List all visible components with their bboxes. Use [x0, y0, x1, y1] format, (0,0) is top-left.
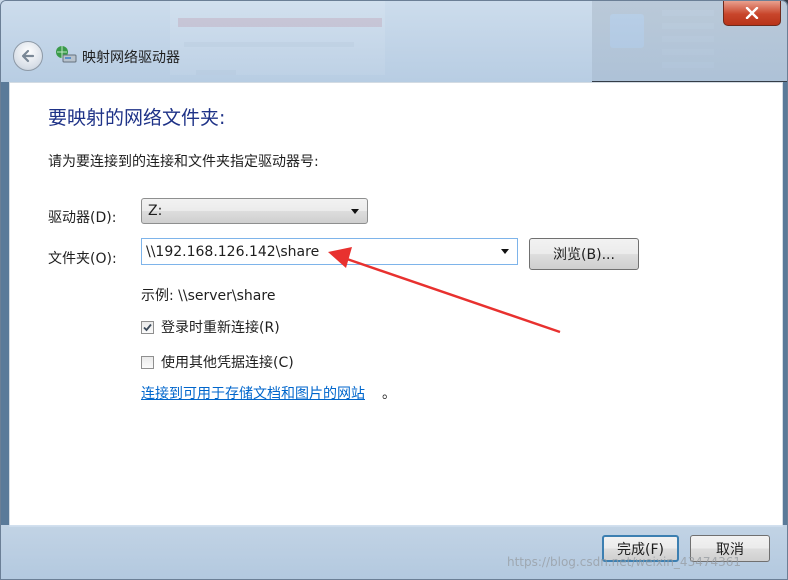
network-drive-icon [56, 46, 77, 63]
back-button[interactable] [13, 41, 43, 71]
map-network-drive-dialog: 映射网络驱动器 要映射的网络文件夹: 请为要连接到的连接和文件夹指定驱动器号: … [0, 0, 788, 580]
other-credentials-label: 使用其他凭据连接(C) [161, 355, 294, 371]
dialog-content: 要映射的网络文件夹: 请为要连接到的连接和文件夹指定驱动器号: 驱动器(D): … [9, 82, 783, 527]
dialog-footer: 完成(F) 取消 https://blog.csdn.net/weixin_43… [1, 525, 787, 579]
drive-letter-value: Z: [148, 203, 163, 219]
back-arrow-icon [21, 49, 35, 63]
reconnect-checkbox[interactable] [141, 320, 154, 334]
link-suffix: 。 [382, 386, 396, 402]
other-credentials-option[interactable]: 使用其他凭据连接(C) [141, 352, 294, 372]
instruction-text: 请为要连接到的连接和文件夹指定驱动器号: [48, 154, 319, 170]
close-icon [745, 7, 759, 19]
folder-path-input[interactable] [146, 242, 486, 261]
page-heading: 要映射的网络文件夹: [48, 107, 226, 129]
window-title: 映射网络驱动器 [82, 50, 180, 66]
checkmark-icon [143, 323, 152, 331]
other-credentials-checkbox[interactable] [141, 355, 154, 369]
watermark-text: https://blog.csdn.net/weixin_43474361 [507, 555, 742, 569]
close-button[interactable] [723, 1, 781, 26]
storage-website-link[interactable]: 连接到可用于存储文档和图片的网站 [141, 383, 365, 403]
drive-letter-select[interactable]: Z: [141, 198, 368, 224]
browse-button[interactable]: 浏览(B)... [529, 238, 639, 270]
example-text: 示例: \\server\share [141, 288, 276, 304]
drive-label: 驱动器(D): [48, 210, 117, 226]
title-bar: 映射网络驱动器 [1, 1, 787, 81]
chevron-down-icon [351, 209, 359, 214]
reconnect-label: 登录时重新连接(R) [161, 320, 280, 336]
chevron-down-icon[interactable] [501, 249, 509, 254]
reconnect-option[interactable]: 登录时重新连接(R) [141, 317, 280, 337]
folder-label: 文件夹(O): [48, 251, 117, 267]
folder-combobox[interactable] [141, 238, 518, 265]
